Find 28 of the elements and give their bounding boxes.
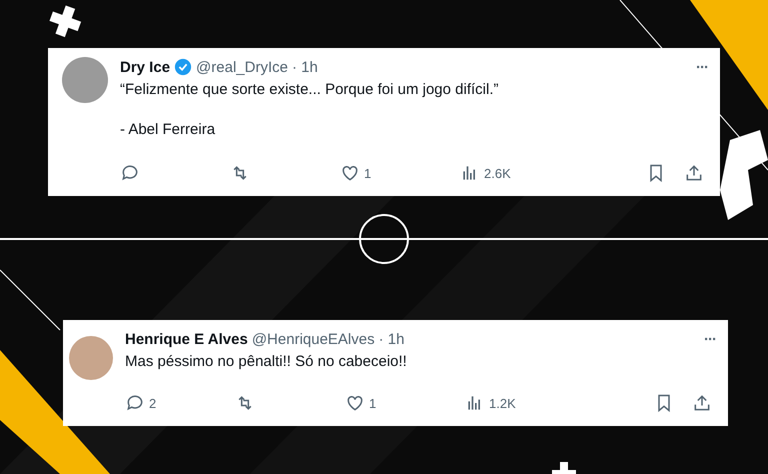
heart-icon <box>345 393 365 413</box>
action-count: 2.6K <box>484 166 511 180</box>
tweet-text: Mas péssimo no pênalti!! Só no cabeceio!! <box>125 352 408 372</box>
action-count: 1.2K <box>489 396 516 410</box>
tweet-text: - Abel Ferreira <box>120 120 216 140</box>
heart-button[interactable]: 1 <box>340 163 460 183</box>
heart-icon <box>340 163 360 183</box>
share-icon <box>684 163 704 183</box>
avatar[interactable] <box>62 57 108 103</box>
user-handle[interactable]: @HenriqueEAlves <box>252 330 375 348</box>
bar-chart-button[interactable]: 2.6K <box>460 163 580 183</box>
post-time[interactable]: · 1h <box>378 330 404 348</box>
tweet-text: “Felizmente que sorte existe... Porque foi um jogo difícil.” <box>120 80 500 100</box>
share-icon <box>692 393 712 413</box>
more-options-button[interactable]: ··· <box>696 58 708 76</box>
bar-chart-button[interactable]: 1.2K <box>465 393 585 413</box>
heart-button[interactable]: 1 <box>345 393 465 413</box>
user-name[interactable]: Dry Ice <box>120 58 170 76</box>
post-time[interactable]: · 1h <box>292 58 318 76</box>
action-count: 1 <box>364 166 372 180</box>
action-count: 1 <box>369 396 376 410</box>
reply-icon <box>120 163 140 183</box>
more-options-button[interactable]: ··· <box>704 330 716 348</box>
user-name[interactable]: Henrique E Alves <box>125 330 248 348</box>
reply-icon <box>125 393 145 413</box>
action-count: 2 <box>149 396 156 410</box>
reply-button[interactable]: 2 <box>125 393 235 413</box>
user-handle[interactable]: @real_DryIce <box>196 58 288 76</box>
